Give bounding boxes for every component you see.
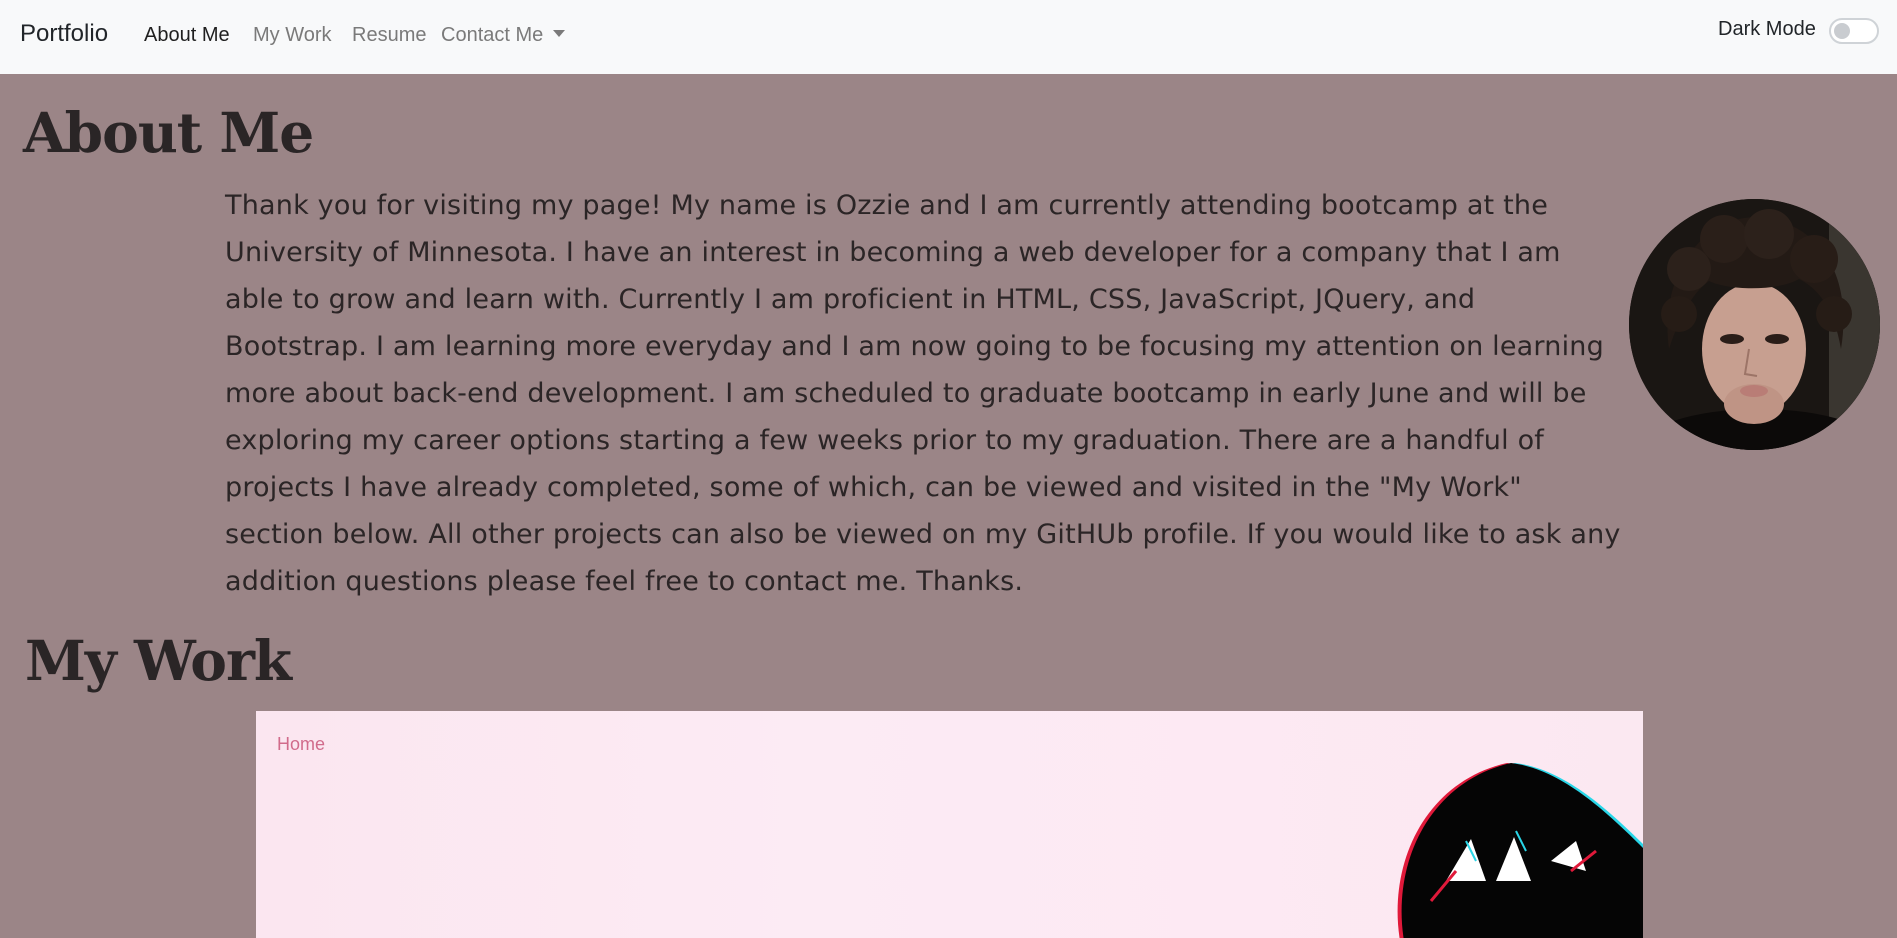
chevron-down-icon — [553, 30, 566, 37]
nav-dropdown-contact-me[interactable]: Contact Me — [441, 24, 566, 47]
nav-link-my-work[interactable]: My Work — [253, 24, 332, 47]
about-paragraph: Thank you for visiting my page! My name … — [225, 190, 1621, 597]
nav-link-resume[interactable]: Resume — [352, 24, 426, 47]
project-preview[interactable]: Home — [256, 711, 1643, 938]
nav-link-about-me[interactable]: About Me — [144, 24, 230, 47]
project-home-link[interactable]: Home — [277, 734, 325, 755]
project-skull-artwork — [1397, 763, 1643, 938]
toggle-knob — [1834, 23, 1850, 39]
avatar — [1629, 199, 1880, 450]
avatar-portrait — [1629, 199, 1880, 450]
dark-mode-label: Dark Mode — [1718, 18, 1816, 40]
navbar: Portfolio About Me My Work Resume Contac… — [0, 0, 1897, 74]
about-heading: About Me — [23, 100, 314, 165]
my-work-heading: My Work — [25, 628, 292, 693]
brand-link[interactable]: Portfolio — [20, 20, 108, 48]
contact-me-label: Contact Me — [441, 24, 544, 46]
dark-mode-toggle[interactable] — [1829, 18, 1879, 44]
